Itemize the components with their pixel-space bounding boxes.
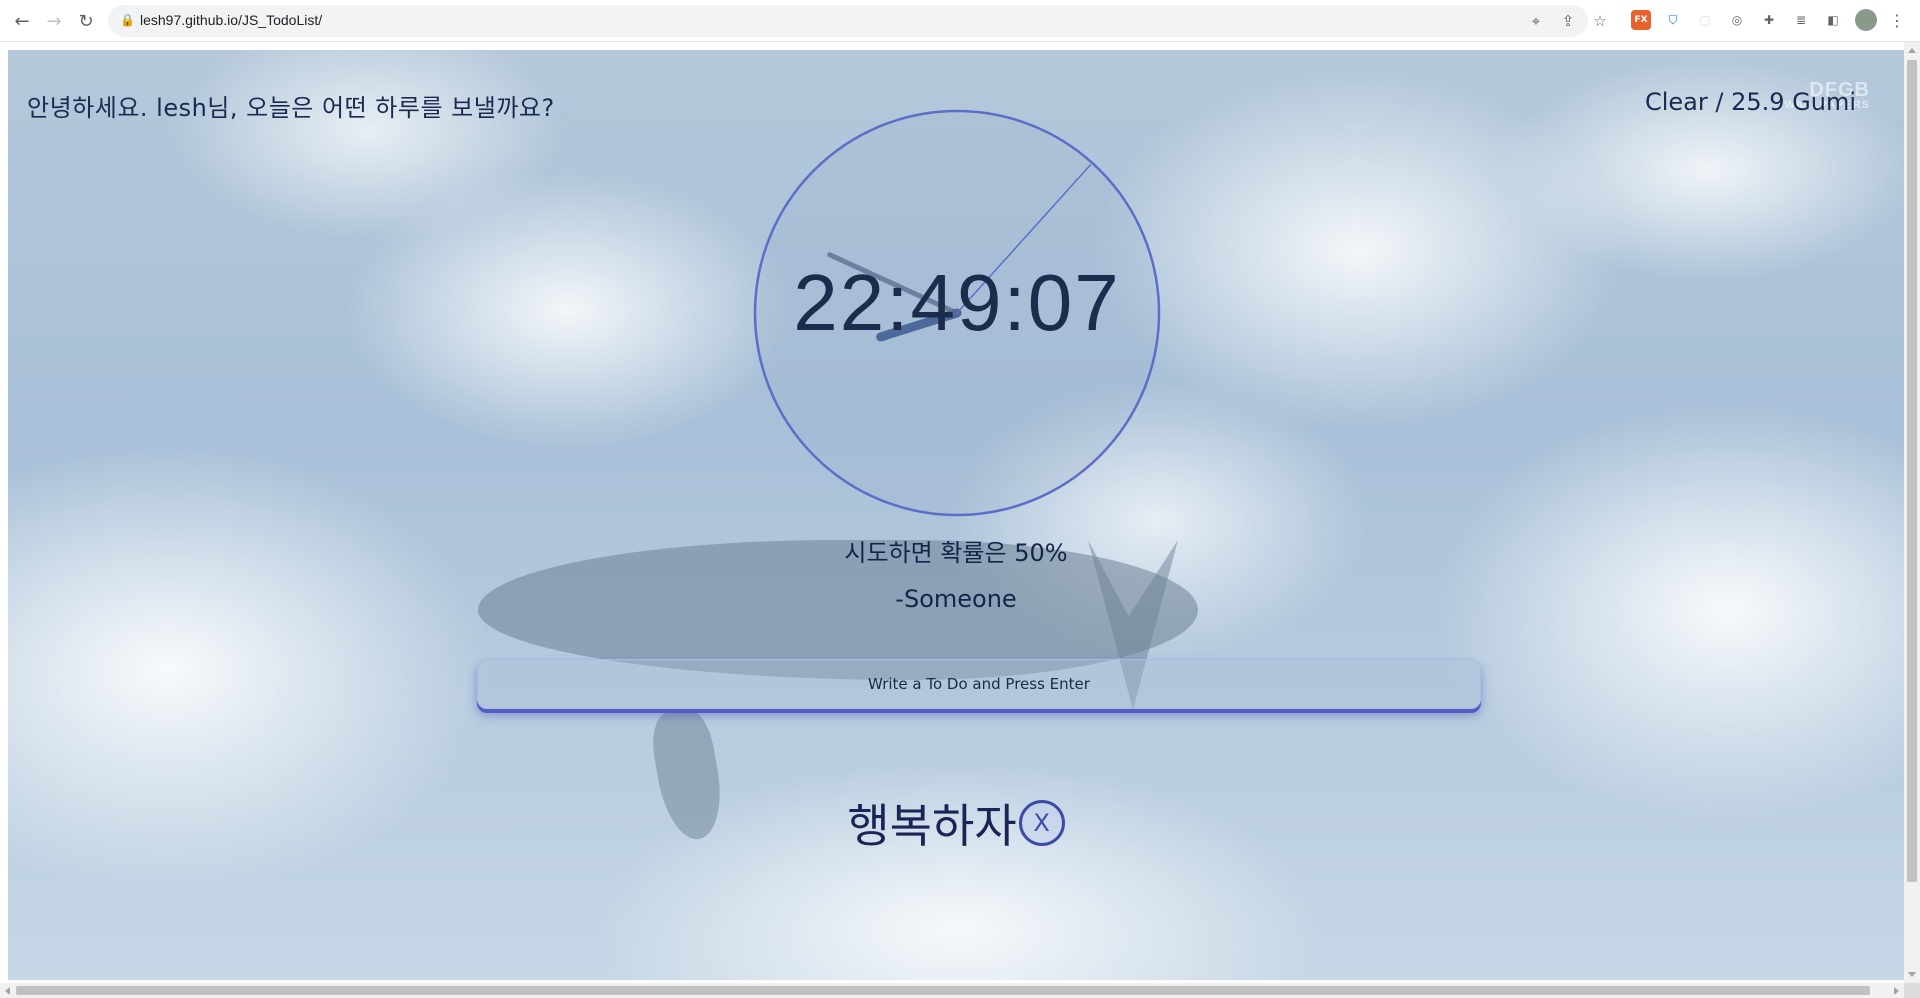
lock-icon[interactable]: 🔒 xyxy=(120,13,135,27)
share-icon[interactable]: ⇪ xyxy=(1558,11,1578,31)
quote-author: -Someone xyxy=(895,585,1017,613)
extensions-puzzle-icon[interactable]: ✚ xyxy=(1759,10,1779,30)
page-viewport: 안녕하세요. lesh님, 오늘은 어떤 하루를 보낼까요? DFGB WALL… xyxy=(8,50,1904,980)
delete-todo-button[interactable]: X xyxy=(1018,800,1065,846)
reload-icon[interactable]: ↻ xyxy=(74,9,98,33)
extension-fx-icon[interactable]: FX xyxy=(1631,10,1651,30)
menu-kebab-icon[interactable]: ⋮ xyxy=(1887,10,1907,30)
address-bar[interactable]: 🔒 lesh97.github.io/JS_TodoList/ ⌖ ⇪ ☆ xyxy=(108,5,1607,37)
back-arrow-icon[interactable]: ← xyxy=(10,9,34,33)
profile-avatar[interactable] xyxy=(1855,9,1877,31)
digital-clock-time: 22:49:07 xyxy=(793,258,1121,347)
media-queue-icon[interactable]: ≣ xyxy=(1791,10,1811,30)
browser-toolbar: ← → ↻ 🔒 lesh97.github.io/JS_TodoList/ ⌖ … xyxy=(0,0,1920,42)
scroll-down-arrow-icon[interactable] xyxy=(1908,972,1916,977)
vertical-scroll-thumb[interactable] xyxy=(1907,60,1917,882)
extension-shield-icon[interactable]: ⛉ xyxy=(1663,10,1683,30)
extension-blank-icon[interactable]: ▢ xyxy=(1695,10,1715,30)
todo-item-text: 행복하자 xyxy=(847,799,1017,853)
weather-info: Clear / 25.9 Gumi xyxy=(1644,88,1856,116)
scrollbar-corner xyxy=(1904,983,1920,998)
forward-arrow-icon[interactable]: → xyxy=(42,9,66,33)
horizontal-scroll-thumb[interactable] xyxy=(16,986,1870,995)
todo-input[interactable] xyxy=(477,659,1481,709)
bookmark-star-icon[interactable]: ☆ xyxy=(1590,11,1610,31)
analog-clock: 22:49:07 xyxy=(751,107,1163,519)
quote-text: 시도하면 확률은 50% xyxy=(844,539,1068,567)
extension-compass-icon[interactable]: ◎ xyxy=(1727,10,1747,30)
side-panel-icon[interactable]: ◧ xyxy=(1823,10,1843,30)
address-url[interactable]: lesh97.github.io/JS_TodoList/ xyxy=(140,12,322,28)
greeting-text: 안녕하세요. lesh님, 오늘은 어떤 하루를 보낼까요? xyxy=(27,94,555,122)
scroll-up-arrow-icon[interactable] xyxy=(1908,48,1916,53)
scroll-right-arrow-icon[interactable] xyxy=(1894,987,1899,995)
horizontal-scrollbar[interactable] xyxy=(0,983,1904,998)
todo-list-item: 행복하자 X xyxy=(8,790,1904,856)
vertical-scrollbar[interactable] xyxy=(1904,42,1920,983)
location-pin-icon[interactable]: ⌖ xyxy=(1526,11,1546,31)
scroll-left-arrow-icon[interactable] xyxy=(5,987,10,995)
